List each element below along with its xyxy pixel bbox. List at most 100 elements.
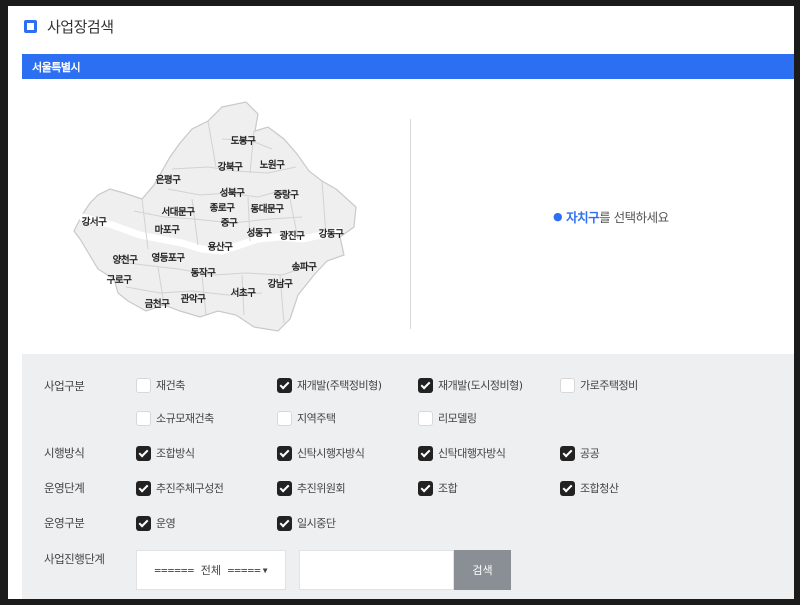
checkbox-business-type-4[interactable]: 소규모재건축 — [136, 410, 214, 426]
checkbox-method-0[interactable]: 조합방식 — [136, 445, 195, 461]
search-button[interactable]: 검색 — [454, 550, 511, 590]
district-select-prompt: ● 자치구 를 선택하세요 — [553, 207, 669, 226]
checkbox-label: 리모델링 — [438, 412, 477, 425]
checkbox-label: 일시중단 — [297, 517, 336, 530]
checkbox-label: 추진주체구성전 — [156, 482, 224, 495]
district-nowon[interactable]: 노원구 — [260, 159, 286, 171]
district-seongbuk[interactable]: 성북구 — [220, 187, 246, 199]
checkbox-label: 조합방식 — [156, 447, 195, 460]
status-label: 운영구분 — [44, 516, 85, 530]
map-pin-icon: ● — [553, 210, 563, 223]
caret-down-icon: ▼ — [262, 565, 268, 575]
checkbox-label: 신탁시행자방식 — [297, 447, 365, 460]
checkbox-stage-2[interactable]: 조합 — [418, 480, 458, 496]
checkbox-business-type-2[interactable]: 재개발(도시정비형) — [418, 377, 523, 393]
seoul-district-map[interactable]: 도봉구 강북구 노원구 은평구 성북구 중랑구 서대문구 종로구 동대문구 강서… — [22, 79, 410, 354]
checkbox-label: 추진위원회 — [297, 482, 346, 495]
district-gangnam[interactable]: 강남구 — [268, 278, 294, 290]
method-label: 시행방식 — [44, 446, 85, 460]
checkbox-box[interactable] — [277, 445, 292, 461]
checkbox-box[interactable] — [136, 515, 151, 531]
checkbox-box[interactable] — [418, 445, 433, 461]
district-gwangjin[interactable]: 광진구 — [280, 230, 306, 242]
checkbox-label: 소규모재건축 — [156, 412, 214, 425]
checkbox-label: 신탁대행자방식 — [438, 447, 506, 460]
stage-label: 운영단계 — [44, 481, 85, 495]
district-jung[interactable]: 중구 — [221, 218, 239, 229]
checkbox-box[interactable] — [560, 377, 575, 393]
checkbox-box[interactable] — [277, 377, 292, 393]
search-input[interactable] — [299, 550, 454, 590]
checkbox-label: 지역주택 — [297, 412, 336, 425]
checkbox-box[interactable] — [418, 377, 433, 393]
checkbox-box[interactable] — [418, 410, 433, 426]
checkbox-method-2[interactable]: 신탁대행자방식 — [418, 445, 506, 461]
checkbox-label: 재개발(주택정비형) — [297, 379, 382, 392]
prompt-highlight: 자치구 — [566, 210, 600, 225]
district-dongjak[interactable]: 동작구 — [191, 267, 217, 279]
checkbox-box[interactable] — [560, 480, 575, 496]
checkbox-status-0[interactable]: 운영 — [136, 515, 176, 531]
checkbox-business-type-6[interactable]: 리모델링 — [418, 410, 477, 426]
checkbox-stage-3[interactable]: 조합청산 — [560, 480, 619, 496]
square-icon — [24, 20, 37, 33]
district-mapo[interactable]: 마포구 — [155, 224, 181, 236]
checkbox-box[interactable] — [277, 410, 292, 426]
checkbox-method-3[interactable]: 공공 — [560, 445, 600, 461]
checkbox-box[interactable] — [136, 445, 151, 461]
checkbox-box[interactable] — [136, 410, 151, 426]
map-panel: 도봉구 강북구 노원구 은평구 성북구 중랑구 서대문구 종로구 동대문구 강서… — [22, 79, 794, 354]
progress-select-value: ====== 전체 ===== — [154, 564, 261, 577]
district-yangcheon[interactable]: 양천구 — [113, 254, 139, 266]
district-seocho[interactable]: 서초구 — [231, 287, 257, 299]
district-gangbuk[interactable]: 강북구 — [218, 161, 244, 173]
district-dobong[interactable]: 도봉구 — [231, 136, 257, 147]
checkbox-label: 운영 — [156, 517, 176, 530]
checkbox-box[interactable] — [136, 480, 151, 496]
checkbox-label: 공공 — [580, 447, 600, 460]
district-dongdaemun[interactable]: 동대문구 — [251, 203, 285, 215]
checkbox-method-1[interactable]: 신탁시행자방식 — [277, 445, 365, 461]
filter-panel: 사업구분 재건축 재개발(주택정비형) 재개발(도시정비형) 가로주택정비 소규… — [22, 354, 794, 599]
district-gangdong[interactable]: 강동구 — [319, 228, 345, 240]
progress-select[interactable]: ====== 전체 ===== ▼ — [136, 550, 286, 590]
district-seongdong[interactable]: 성동구 — [247, 227, 273, 239]
page-header: 사업장검색 — [24, 16, 114, 37]
checkbox-business-type-1[interactable]: 재개발(주택정비형) — [277, 377, 382, 393]
district-guro[interactable]: 구로구 — [107, 275, 133, 286]
checkbox-box[interactable] — [418, 480, 433, 496]
region-bar: 서울특별시 — [22, 54, 794, 79]
checkbox-box[interactable] — [277, 515, 292, 531]
checkbox-box[interactable] — [277, 480, 292, 496]
district-seodaemun[interactable]: 서대문구 — [162, 206, 196, 218]
checkbox-label: 가로주택정비 — [580, 379, 638, 392]
page-title: 사업장검색 — [47, 18, 114, 36]
district-yongsan[interactable]: 용산구 — [208, 241, 234, 253]
checkbox-business-type-0[interactable]: 재건축 — [136, 377, 185, 393]
checkbox-label: 조합 — [438, 482, 458, 495]
checkbox-label: 재개발(도시정비형) — [438, 379, 523, 392]
prompt-text: 를 선택하세요 — [599, 210, 669, 225]
checkbox-label: 조합청산 — [580, 482, 619, 495]
checkbox-status-1[interactable]: 일시중단 — [277, 515, 336, 531]
business-type-label: 사업구분 — [44, 379, 85, 393]
checkbox-box[interactable] — [136, 377, 151, 393]
district-gangseo[interactable]: 강서구 — [82, 216, 108, 228]
checkbox-label: 재건축 — [156, 379, 185, 392]
checkbox-box[interactable] — [560, 445, 575, 461]
district-eunpyeong[interactable]: 은평구 — [156, 174, 182, 186]
district-jongno[interactable]: 종로구 — [210, 203, 236, 214]
checkbox-stage-0[interactable]: 추진주체구성전 — [136, 480, 224, 496]
district-gwanak[interactable]: 관악구 — [181, 293, 207, 305]
checkbox-business-type-5[interactable]: 지역주택 — [277, 410, 336, 426]
district-jungnang[interactable]: 중랑구 — [274, 189, 300, 201]
seoul-outline — [73, 101, 357, 332]
map-divider — [410, 119, 411, 329]
district-yeongdeungpo[interactable]: 영등포구 — [152, 252, 186, 264]
progress-label: 사업진행단계 — [44, 552, 105, 566]
main-frame: 사업장검색 서울특별시 도봉구 강북구 노원구 은평구 성북구 중랑구 서대문구… — [8, 6, 794, 599]
checkbox-stage-1[interactable]: 추진위원회 — [277, 480, 346, 496]
checkbox-business-type-3[interactable]: 가로주택정비 — [560, 377, 638, 393]
district-songpa[interactable]: 송파구 — [292, 261, 318, 273]
district-geumcheon[interactable]: 금천구 — [145, 299, 171, 310]
